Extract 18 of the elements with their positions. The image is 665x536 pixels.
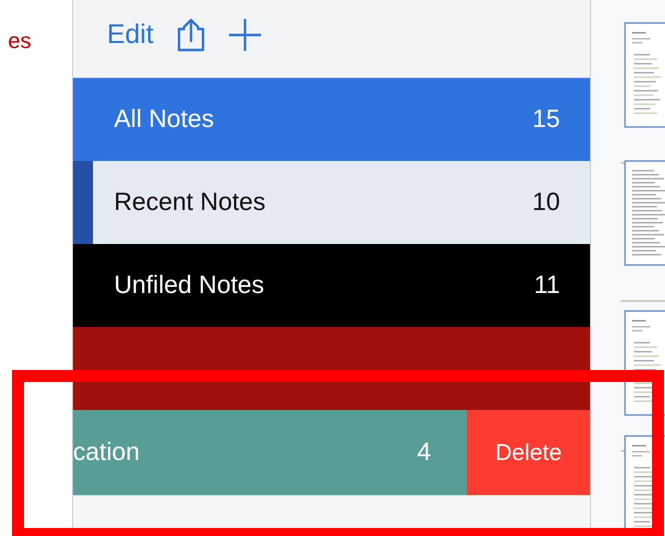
- note-count: 4: [417, 438, 431, 467]
- edit-button[interactable]: Edit: [107, 19, 154, 50]
- notebook-row[interactable]: cation 4: [73, 410, 467, 495]
- document-thumbnail[interactable]: [624, 22, 665, 128]
- notebook-name: Unfiled Notes: [114, 271, 264, 300]
- side-label: es: [8, 28, 32, 54]
- notebook-row[interactable]: Recent Notes 10: [73, 161, 590, 244]
- notebook-row[interactable]: Unfiled Notes 11: [73, 244, 590, 327]
- note-count: 10: [532, 188, 560, 217]
- notebook-row[interactable]: All Notes 15: [73, 78, 590, 161]
- delete-button[interactable]: Delete: [467, 410, 590, 495]
- notebook-name: Recent Notes: [114, 188, 266, 217]
- add-icon[interactable]: [228, 18, 262, 52]
- notebook-name: All Notes: [114, 105, 214, 134]
- note-count: 15: [532, 105, 560, 134]
- document-thumbnail[interactable]: [624, 160, 665, 266]
- notebook-name: cation: [73, 438, 140, 467]
- note-count: 11: [534, 271, 560, 300]
